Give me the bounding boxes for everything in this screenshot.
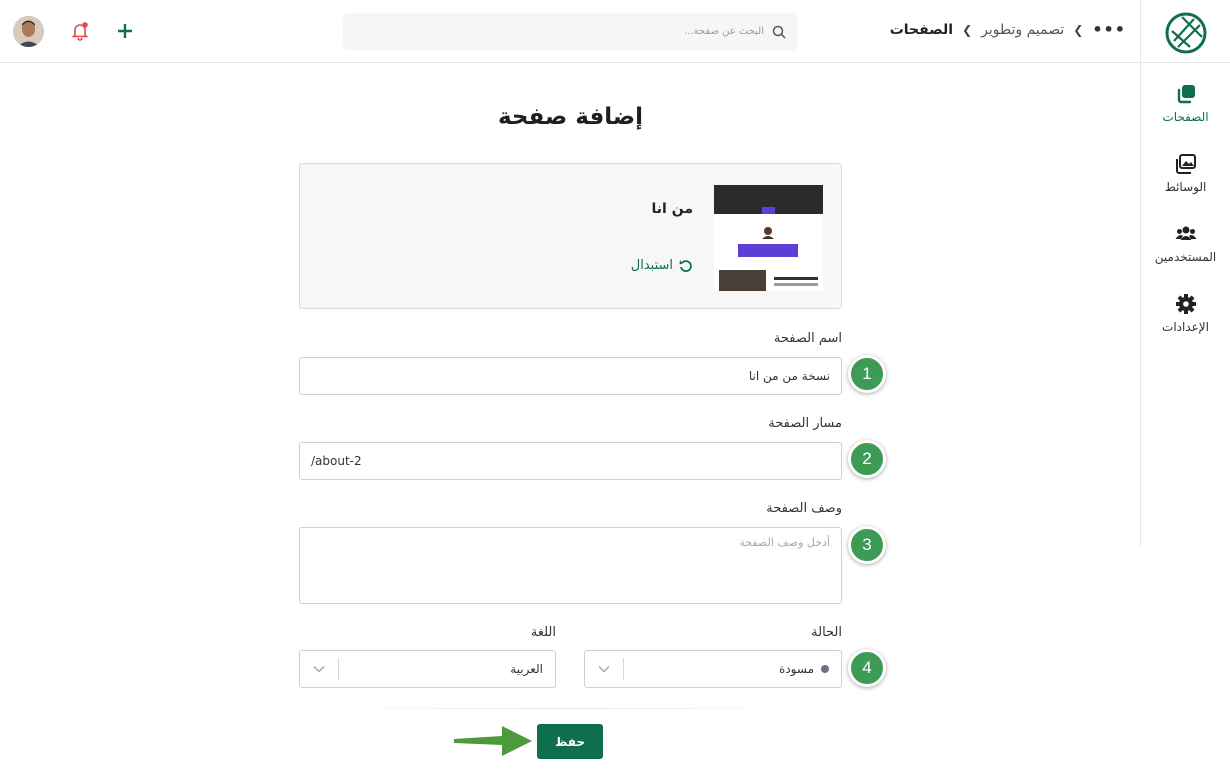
replace-template-button[interactable]: استبدال (631, 258, 693, 273)
language-select-value-wrap: العربية (339, 662, 555, 676)
refresh-icon (679, 259, 692, 272)
status-label: الحالة (811, 625, 842, 640)
page-description-input[interactable] (299, 527, 842, 604)
user-avatar-icon (13, 16, 44, 47)
chevron-down-icon[interactable] (585, 665, 623, 673)
step-badge-4: 4 (848, 649, 886, 687)
status-select[interactable]: مسودة (584, 650, 842, 688)
sidebar-item-label: الإعدادات (1162, 320, 1209, 334)
chevron-down-icon[interactable] (300, 665, 338, 673)
template-name: من انا (651, 201, 693, 217)
gear-icon (1175, 294, 1196, 314)
avatar[interactable] (13, 16, 44, 47)
select-divider (623, 658, 624, 680)
sidebar: الصفحات الوسائط المستخدمين الإعدادات (1141, 63, 1230, 343)
chevron-left-icon: ❯ (1073, 22, 1084, 37)
search-box[interactable] (343, 13, 798, 50)
media-icon (1175, 154, 1196, 174)
users-icon (1175, 226, 1196, 240)
sidebar-item-label: المستخدمين (1154, 250, 1217, 264)
page-path-label: مسار الصفحة (768, 416, 842, 431)
breadcrumb-item-pages: الصفحات (889, 21, 954, 38)
add-button[interactable] (113, 19, 137, 43)
language-select-value: العربية (510, 662, 543, 676)
page-title: إضافة صفحة (497, 104, 644, 130)
step-badge-3: 3 (848, 526, 886, 564)
page-name-input[interactable] (299, 357, 842, 395)
notification-bell-icon[interactable] (70, 21, 90, 41)
breadcrumb: ••• ❯ تصميم وتطوير ❯ الصفحات (890, 20, 1126, 39)
status-select-value: مسودة (779, 662, 814, 676)
select-divider (338, 658, 339, 680)
search-icon (772, 25, 786, 39)
template-thumbnail (714, 185, 823, 291)
sidebar-item-media[interactable]: الوسائط (1141, 153, 1230, 203)
status-select-value-wrap: مسودة (624, 662, 841, 676)
save-button[interactable]: حفظ (537, 724, 603, 759)
sidebar-item-pages[interactable]: الصفحات (1141, 83, 1230, 133)
breadcrumb-item-design[interactable]: تصميم وتطوير (981, 22, 1064, 38)
top-header: ••• ❯ تصميم وتطوير ❯ الصفحات (0, 0, 1230, 63)
language-label: اللغة (530, 625, 556, 640)
page-description-label: وصف الصفحة (766, 501, 842, 516)
page-path-input[interactable] (299, 442, 842, 480)
sidebar-item-label: الصفحات (1162, 110, 1209, 124)
page-name-label: اسم الصفحة (773, 331, 842, 346)
arrow-right-icon (454, 726, 532, 756)
breadcrumb-more-button[interactable]: ••• (1092, 20, 1126, 39)
app-logo-icon[interactable] (1164, 11, 1208, 55)
status-dot-icon (821, 665, 829, 673)
step-badge-1: 1 (848, 355, 886, 393)
chevron-left-icon: ❯ (962, 22, 973, 37)
form-divider (320, 708, 810, 709)
plus-icon (118, 24, 132, 38)
template-card: من انا استبدال (299, 163, 842, 309)
search-input[interactable] (564, 26, 764, 37)
replace-label: استبدال (630, 258, 673, 273)
step-badge-2: 2 (848, 440, 886, 478)
pages-icon (1177, 85, 1195, 104)
sidebar-item-users[interactable]: المستخدمين (1141, 223, 1230, 273)
sidebar-item-label: الوسائط (1164, 180, 1207, 194)
language-select[interactable]: العربية (299, 650, 556, 688)
sidebar-item-settings[interactable]: الإعدادات (1141, 293, 1230, 343)
